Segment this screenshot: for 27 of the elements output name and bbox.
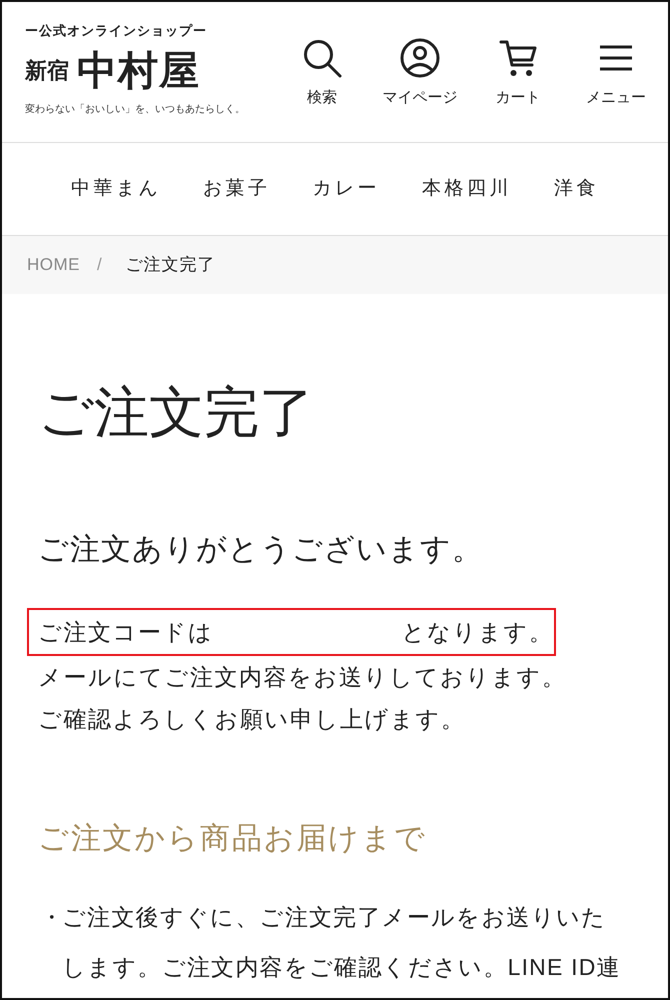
category-link[interactable]: 本格四川	[422, 174, 512, 204]
thanks-heading: ご注文ありがとうございます。	[38, 532, 484, 568]
note-text: ご注文後すぐに、ご注文完了メールをお送りいたします。ご注文内容をご確認ください。LINE ID連	[62, 903, 622, 982]
order-code-text: となります。	[402, 618, 554, 647]
order-code-text: ご注文コードは	[38, 618, 214, 647]
menu-button[interactable]: メニュー	[586, 38, 646, 108]
page-title: ご注文完了	[38, 380, 315, 445]
cart-icon	[498, 38, 538, 78]
breadcrumb-separator: /	[97, 254, 102, 276]
breadcrumb-current: ご注文完了	[126, 254, 216, 276]
user-circle-icon	[400, 38, 440, 78]
logo-place-name: 新宿	[25, 58, 69, 84]
section-heading: ご注文から商品お届けまで	[38, 821, 428, 857]
category-link[interactable]: お菓子	[203, 174, 270, 204]
message-text: メールにてご注文内容をお送りしております。	[38, 663, 568, 692]
category-link[interactable]: カレー	[312, 174, 380, 204]
cart-button[interactable]: カート	[496, 38, 540, 108]
logo-tagline: ー公式オンラインショップー	[25, 23, 207, 39]
category-link[interactable]: 洋食	[554, 174, 599, 204]
bullet-mark: ・	[40, 903, 62, 932]
search-icon	[302, 38, 342, 78]
message-text: ご確認よろしくお願い申し上げます。	[38, 705, 466, 734]
my-page-button[interactable]: マイページ	[382, 38, 458, 108]
logo-slogan: 変わらない「おいしい」を、いつもあたらしく。	[25, 103, 245, 117]
logo-name[interactable]: 中村屋	[77, 49, 200, 93]
search-button[interactable]: 検索	[302, 38, 342, 108]
category-link[interactable]: 中華まん	[71, 174, 161, 204]
